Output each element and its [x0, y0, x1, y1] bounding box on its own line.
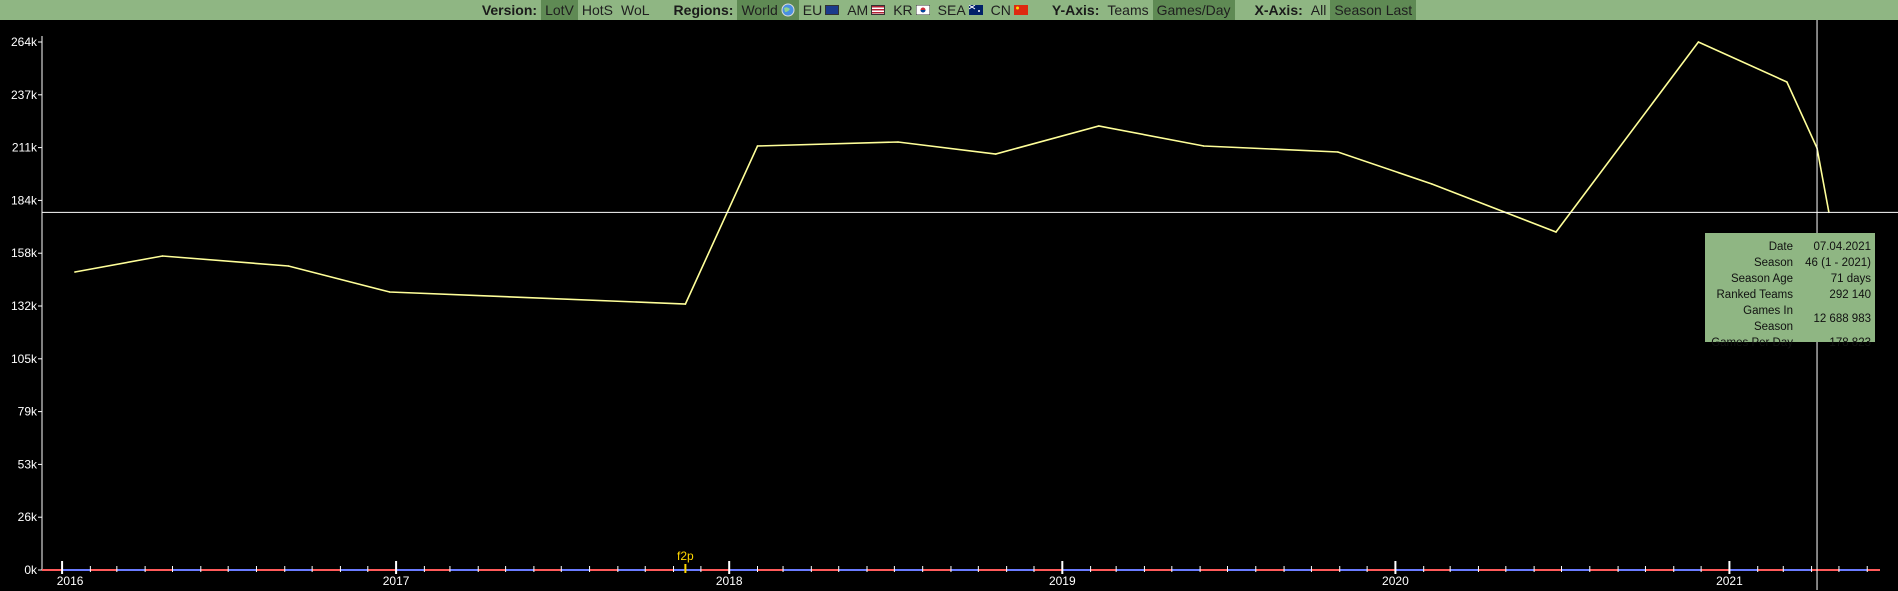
tooltip-key: Ranked Teams: [1716, 289, 1794, 301]
y-tick-label: 158k: [11, 246, 38, 260]
region-name: SEA: [937, 2, 966, 18]
x-tick-label: 2016: [57, 574, 84, 588]
series-point: [161, 255, 164, 257]
tooltip-value: 71 days: [1830, 273, 1871, 285]
y-tick-label: 264k: [11, 35, 38, 49]
tooltip-row: Season Age 71 days: [1705, 271, 1875, 287]
series-point: [287, 265, 290, 267]
series-point: [388, 291, 391, 293]
region-name: AM: [847, 2, 869, 18]
region-option-cn[interactable]: CN: [987, 0, 1032, 20]
y-tick-label: 105k: [11, 352, 38, 366]
y-tick-label: 79k: [18, 405, 38, 419]
tooltip-row: Games Per Day 178 823: [1705, 335, 1875, 351]
version-option-hots[interactable]: HotS: [578, 0, 617, 20]
globe-icon: [781, 3, 795, 17]
tooltip-value: 07.04.2021: [1813, 241, 1871, 253]
chart-area[interactable]: 0k 26k 53k 79k 105k 132k 158k 184k 211k 237k 264k 2…: [0, 20, 1898, 591]
region-option-am[interactable]: AM: [843, 0, 889, 20]
x-axis-option-season-last[interactable]: Season Last: [1330, 0, 1417, 20]
y-tick-label: 0k: [24, 563, 38, 577]
series-point: [1697, 41, 1700, 43]
y-tick-label: 132k: [11, 299, 38, 313]
region-option-sea[interactable]: SEA: [934, 0, 987, 20]
eu-flag-icon: [825, 5, 840, 15]
series-point: [994, 153, 997, 155]
y-axis-group: Y-Axis: Teams Games/Day: [1052, 0, 1235, 20]
series-point: [1555, 231, 1557, 233]
tooltip-key: Season Age: [1730, 273, 1793, 285]
region-name: CN: [990, 2, 1011, 18]
series-line: [74, 41, 1830, 305]
version-label: Version:: [481, 2, 538, 18]
x-tick-label: 2017: [383, 574, 410, 588]
y-tick-label: 237k: [11, 88, 38, 102]
x-tick-label: 2021: [1716, 574, 1743, 588]
au-flag-icon: [968, 5, 983, 15]
region-name: KR: [893, 2, 913, 18]
y-tick-label: 211k: [12, 141, 38, 155]
y-axis-option-games-day[interactable]: Games/Day: [1152, 0, 1235, 20]
tooltip-key: Date: [1768, 241, 1793, 253]
x-tick-label: 2019: [1049, 574, 1076, 588]
y-tick-label: 53k: [18, 457, 38, 471]
tooltip-key: Season: [1753, 257, 1793, 269]
tooltip-value: 178 823: [1829, 337, 1871, 349]
series-point: [1098, 125, 1100, 127]
tooltip-row: Date 07.04.2021: [1705, 239, 1875, 255]
version-option-wol[interactable]: WoL: [617, 0, 654, 20]
x-tick-label: 2018: [716, 574, 743, 588]
regions-label: Regions:: [673, 2, 734, 18]
series-point: [74, 271, 76, 273]
y-axis-option-teams[interactable]: Teams: [1103, 0, 1152, 20]
x-axis-group: X-Axis: All Season Last: [1255, 0, 1417, 20]
x-axis-label: X-Axis:: [1254, 2, 1303, 18]
series-point: [897, 141, 899, 143]
tooltip-value: 292 140: [1829, 289, 1871, 301]
tooltip-value: 46 (1 - 2021): [1805, 257, 1871, 269]
series-point: [1786, 81, 1788, 83]
tooltip-row: Ranked Teams 292 140: [1705, 287, 1875, 303]
f2p-annotation-label: f2p: [677, 549, 694, 563]
x-axis-option-all[interactable]: All: [1307, 0, 1331, 20]
y-tick-label: 184k: [11, 193, 38, 207]
data-tooltip: Date 07.04.2021 Season 46 (1 - 2021) Season …: [1705, 233, 1875, 349]
series-point: [1431, 183, 1433, 185]
us-flag-icon: [871, 5, 886, 15]
region-option-eu[interactable]: EU: [799, 0, 843, 20]
region-option-world[interactable]: World: [737, 0, 799, 20]
region-option-kr[interactable]: KR: [889, 0, 933, 20]
toolbar: Version: LotV HotS WoL Regions: World EU…: [0, 0, 1898, 20]
tooltip-key: Games Per Day: [1711, 337, 1793, 349]
series-point: [684, 303, 687, 305]
series-point: [1337, 151, 1339, 153]
tooltip-key: Games In Season: [1743, 305, 1793, 333]
series-point: [1202, 145, 1205, 147]
series-point: [756, 145, 759, 147]
y-axis-label: Y-Axis:: [1051, 2, 1100, 18]
region-name: EU: [802, 2, 823, 18]
x-tick-label: 2020: [1382, 574, 1409, 588]
regions-group: Regions: World EU AM KR SEA CN: [674, 0, 1032, 20]
tooltip-row: Games In Season 12 688 983: [1705, 303, 1875, 335]
y-tick-label: 26k: [18, 510, 38, 524]
region-name: World: [741, 2, 778, 18]
tooltip-row: Season 46 (1 - 2021): [1705, 255, 1875, 271]
version-group: Version: LotV HotS WoL: [482, 0, 654, 20]
tooltip-value: 12 688 983: [1813, 313, 1871, 325]
kr-flag-icon: [915, 5, 930, 15]
cn-flag-icon: [1013, 5, 1028, 15]
version-option-lotv[interactable]: LotV: [541, 0, 578, 20]
